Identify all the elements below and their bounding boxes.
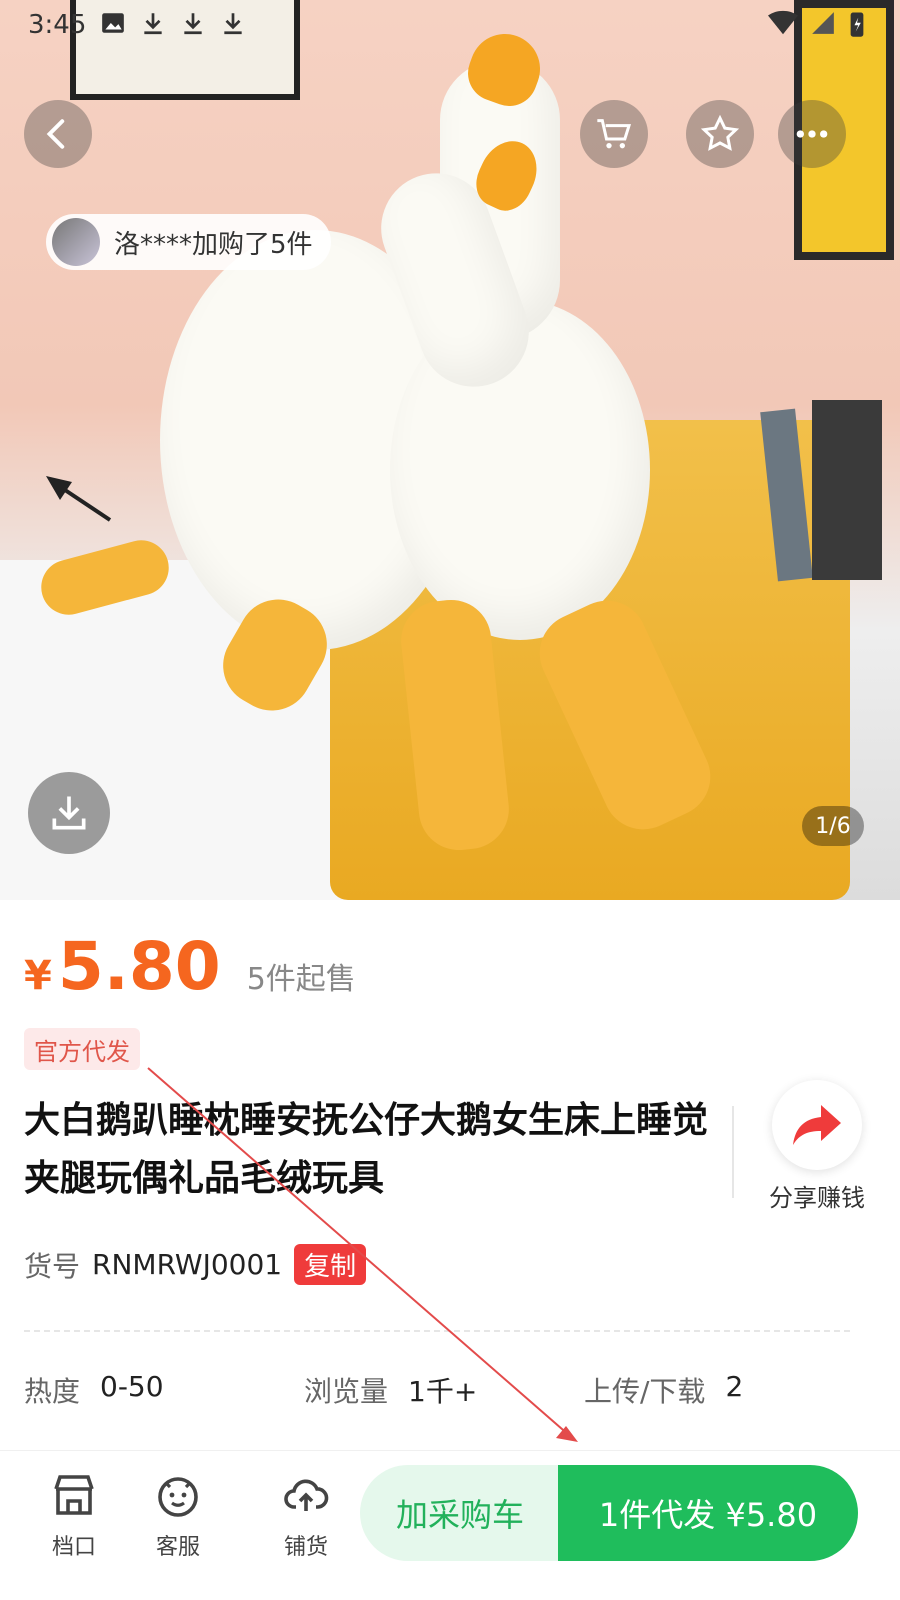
notification-icons <box>100 10 246 36</box>
back-button[interactable] <box>24 100 92 168</box>
service-icon <box>158 1477 198 1517</box>
share-earn-button[interactable]: 分享赚钱 <box>752 1080 882 1213</box>
stats-row: 热度 0-50 浏览量 1千+ 上传/下载 2 <box>24 1370 864 1410</box>
price-currency: ¥ <box>24 953 52 999</box>
share-label: 分享赚钱 <box>769 1184 865 1212</box>
download-icon <box>144 13 162 35</box>
price-value: 5.80 <box>57 928 221 1005</box>
sku-value: RNMRWJ0001 <box>92 1248 283 1281</box>
download-image-button[interactable] <box>28 772 110 854</box>
stat-views: 浏览量 1千+ <box>304 1370 584 1410</box>
stat-label: 上传/下载 <box>584 1375 706 1408</box>
wifi-icon <box>768 10 798 35</box>
download-icon <box>184 13 202 35</box>
stat-label: 热度 <box>24 1375 81 1408</box>
stat-heat: 热度 0-50 <box>24 1370 304 1410</box>
add-to-cart-button[interactable]: 加采购车 <box>360 1465 560 1561</box>
dropship-buy-button[interactable]: 1件代发 ¥5.80 <box>558 1465 858 1561</box>
product-image[interactable] <box>0 0 900 900</box>
tab-label: 铺货 <box>283 1535 328 1560</box>
download-icon <box>224 13 242 35</box>
stat-value: 1千+ <box>408 1375 478 1408</box>
more-icon <box>796 130 828 138</box>
dashed-divider <box>24 1330 850 1332</box>
buyer-activity-toast: 洛****加购了5件 <box>46 214 331 270</box>
copy-sku-button[interactable]: 复制 <box>294 1244 367 1285</box>
tab-customer-service[interactable]: 客服 <box>128 1471 228 1561</box>
status-time: 3:45 <box>28 10 87 40</box>
favorite-button[interactable] <box>686 100 754 168</box>
status-bar: 3:45 <box>0 0 900 50</box>
buyer-activity-text: 洛****加购了5件 <box>114 229 313 260</box>
tab-label: 客服 <box>155 1535 200 1560</box>
stat-value: 0-50 <box>100 1370 164 1403</box>
stat-label: 浏览量 <box>304 1375 389 1408</box>
battery-icon <box>850 12 864 37</box>
sku-label: 货号 <box>24 1249 81 1283</box>
tab-distribute[interactable]: 铺货 <box>256 1471 356 1561</box>
share-icon <box>772 1080 862 1170</box>
system-icons <box>768 10 866 38</box>
download-icon <box>52 796 86 830</box>
image-page-indicator: 1/6 <box>802 806 864 846</box>
bottom-action-bar: 档口 客服 铺货 加采购车 1件代发 ¥5.80 <box>0 1450 900 1600</box>
signal-icon <box>812 12 834 34</box>
product-info: ¥ 5.80 5件起售 官方代发 大白鹅趴睡枕睡安抚公仔大鹅女生床上睡觉夹腿玩偶… <box>0 900 900 1460</box>
price-row: ¥ 5.80 5件起售 <box>24 928 356 1005</box>
store-icon <box>54 1475 94 1515</box>
books-decor <box>812 400 882 580</box>
image-icon <box>102 13 124 33</box>
minimum-order: 5件起售 <box>246 962 356 997</box>
product-title: 大白鹅趴睡枕睡安抚公仔大鹅女生床上睡觉夹腿玩偶礼品毛绒玩具 <box>24 1100 709 1199</box>
official-dropship-badge: 官方代发 <box>24 1028 140 1070</box>
cart-icon <box>597 119 632 149</box>
back-icon <box>46 119 65 149</box>
avatar <box>52 218 100 266</box>
stat-value: 2 <box>725 1370 744 1403</box>
more-button[interactable] <box>778 100 846 168</box>
tab-store[interactable]: 档口 <box>24 1471 124 1561</box>
upload-cloud-icon <box>284 1479 329 1511</box>
stat-uploads: 上传/下载 2 <box>584 1370 864 1410</box>
tab-label: 档口 <box>51 1535 96 1560</box>
star-icon <box>700 114 740 151</box>
cart-button[interactable] <box>580 100 648 168</box>
sku-row: 货号 RNMRWJ0001 复制 <box>24 1244 367 1285</box>
divider <box>732 1106 734 1198</box>
